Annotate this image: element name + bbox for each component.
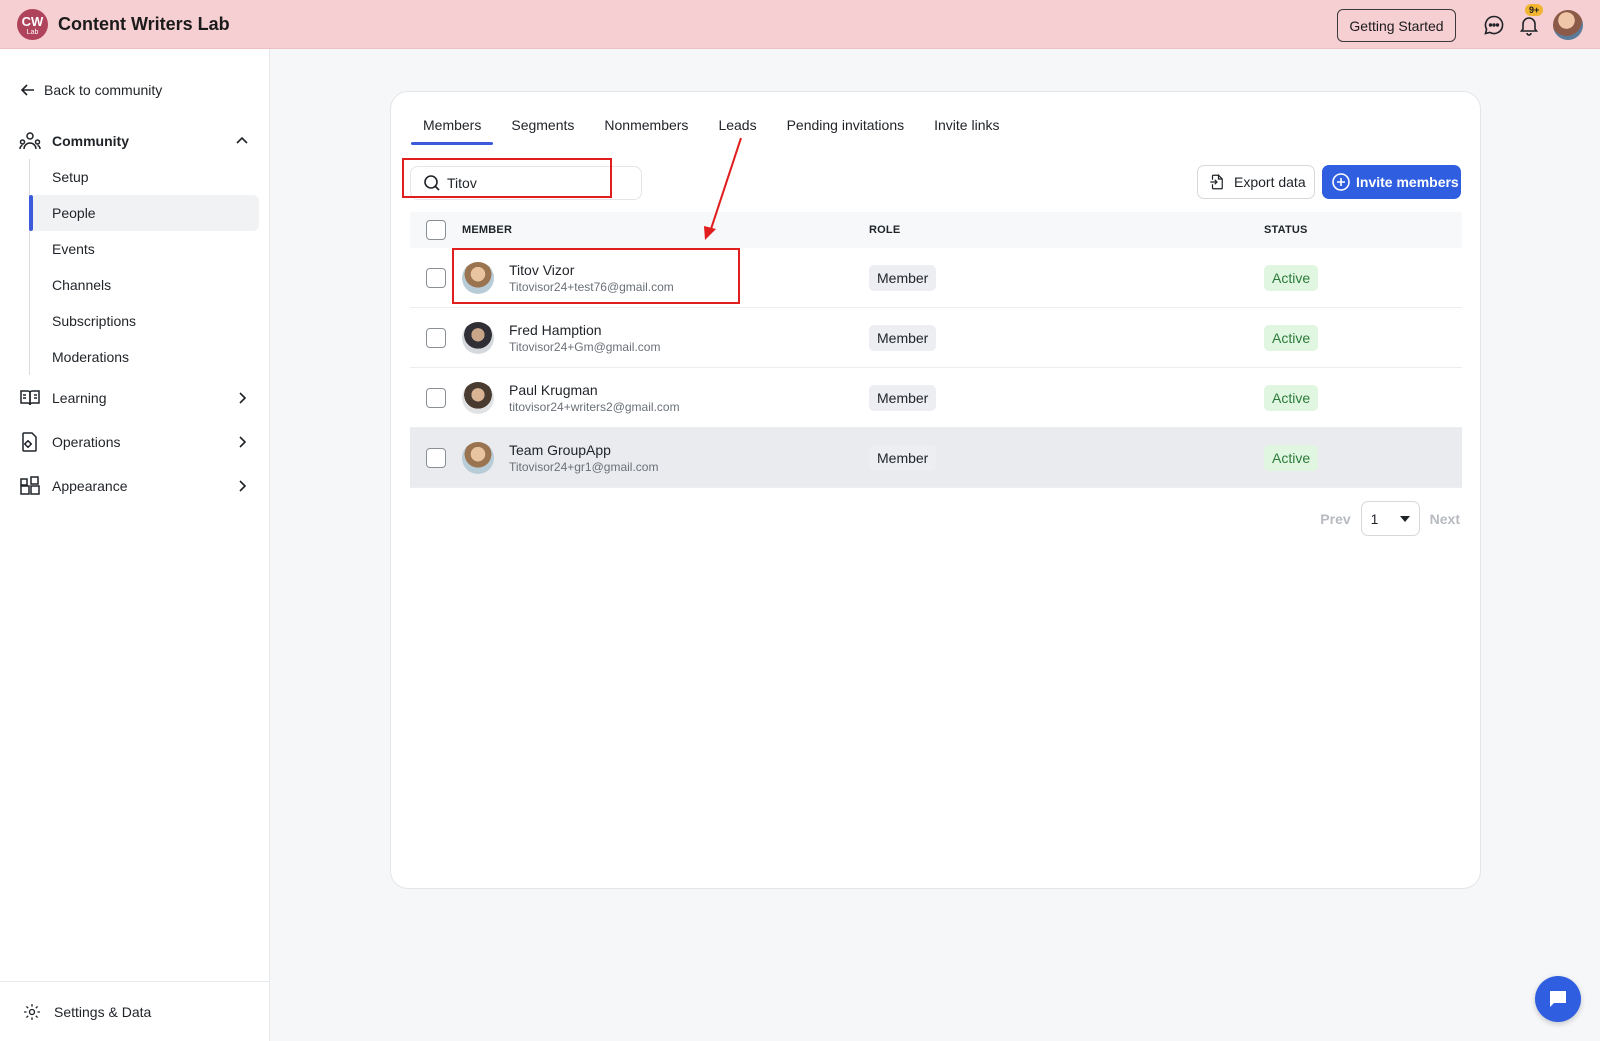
sidebar-item-channels[interactable]: Channels [30,267,259,303]
learning-label: Learning [52,390,107,406]
avatar [462,321,494,354]
row-checkbox[interactable] [426,267,446,288]
members-table: MEMBER ROLE STATUS Titov Vizor Titovisor… [410,212,1462,488]
back-to-community-link[interactable]: Back to community [20,82,162,98]
invite-members-button[interactable]: Invite members [1322,165,1461,199]
sidebar: Back to community Community Setup People… [0,49,270,1041]
role-column-header[interactable]: ROLE [869,224,1264,236]
export-data-button[interactable]: Export data [1197,165,1315,199]
chat-support-button[interactable] [1535,976,1581,1022]
table-header: MEMBER ROLE STATUS [410,212,1462,248]
status-badge: Active [1264,324,1319,351]
tab-members[interactable]: Members [411,112,494,145]
select-all-checkbox[interactable] [426,220,446,240]
annotation-arrow [704,137,742,240]
table-row[interactable]: Paul Krugman titovisor24+writers2@gmail.… [410,368,1462,428]
status-badge: Active [1264,264,1319,291]
appearance-icon [20,476,40,495]
search-input[interactable] [447,175,627,191]
arrow-left-icon [20,84,34,96]
sidebar-section-appearance[interactable]: Appearance [18,474,250,498]
community-logo[interactable]: CW Lab [17,9,48,40]
sidebar-item-people[interactable]: People [29,195,259,231]
member-email: Titovisor24+gr1@gmail.com [509,459,659,474]
row-checkbox[interactable] [426,387,446,408]
settings-and-data-link[interactable]: Settings & Data [0,981,269,1041]
prev-page-button[interactable]: Prev [1320,511,1350,527]
pagination: Prev 1 Next [1320,501,1460,536]
sidebar-section-learning[interactable]: Learning [18,386,250,410]
role-badge: Member [869,324,937,351]
export-label: Export data [1234,174,1306,190]
member-name[interactable]: Titov Vizor [509,262,674,278]
row-checkbox[interactable] [426,447,446,468]
caret-down-icon [1399,515,1410,522]
community-name[interactable]: Content Writers Lab [58,14,230,35]
sidebar-section-operations[interactable]: Operations [18,430,250,454]
status-badge: Active [1264,384,1319,411]
export-icon [1210,173,1223,190]
appearance-label: Appearance [52,478,128,494]
bell-icon[interactable] [1517,13,1541,37]
member-search[interactable] [410,166,642,200]
status-column-header[interactable]: STATUS [1264,224,1414,236]
tab-pending-invitations[interactable]: Pending invitations [775,112,917,145]
chevron-right-icon [239,392,247,404]
tab-nonmembers[interactable]: Nonmembers [592,112,700,145]
chat-bubble-icon [1550,991,1566,1007]
sidebar-item-moderations[interactable]: Moderations [30,339,259,375]
getting-started-button[interactable]: Getting Started [1337,9,1456,42]
chevron-up-icon [236,136,248,144]
table-row[interactable]: Titov Vizor Titovisor24+test76@gmail.com… [410,248,1462,308]
gear-icon [24,1003,40,1020]
notification-badge: 9+ [1525,4,1544,16]
current-page: 1 [1370,510,1379,527]
search-icon [424,175,440,191]
invite-label: Invite members [1356,174,1459,190]
page-select[interactable]: 1 [1360,501,1420,536]
member-email: Titovisor24+Gm@gmail.com [509,339,661,354]
community-label: Community [52,133,129,149]
community-icon [19,132,41,150]
role-badge: Member [869,384,937,411]
member-email: titovisor24+writers2@gmail.com [509,399,680,414]
plus-circle-icon [1332,173,1350,191]
sidebar-section-community[interactable]: Community [18,129,250,153]
member-name[interactable]: Team GroupApp [509,442,658,458]
next-page-button[interactable]: Next [1430,511,1460,527]
member-email: Titovisor24+test76@gmail.com [509,279,674,294]
member-name[interactable]: Fred Hamption [509,322,660,338]
tab-invite-links[interactable]: Invite links [922,112,1011,145]
sidebar-item-events[interactable]: Events [30,231,259,267]
back-label: Back to community [44,82,163,98]
role-badge: Member [869,444,937,471]
operations-icon [22,432,37,452]
sidebar-item-setup[interactable]: Setup [30,159,259,195]
role-badge: Member [869,264,937,291]
book-icon [20,390,40,406]
member-column-header[interactable]: MEMBER [462,224,869,236]
member-name[interactable]: Paul Krugman [509,382,680,398]
avatar [462,441,494,474]
top-bar: CW Lab Content Writers Lab Getting Starte… [0,0,1600,49]
sidebar-item-subscriptions[interactable]: Subscriptions [30,303,259,339]
chat-icon[interactable] [1482,13,1506,37]
chevron-right-icon [239,436,247,448]
avatar [462,381,494,414]
avatar [462,261,494,294]
row-checkbox[interactable] [426,327,446,348]
tab-segments[interactable]: Segments [499,112,586,145]
settings-label: Settings & Data [54,1003,152,1020]
people-card: Members Segments Nonmembers Leads Pendin… [390,91,1481,889]
operations-label: Operations [52,434,121,450]
table-row[interactable]: Team GroupApp Titovisor24+gr1@gmail.com … [410,428,1462,488]
status-badge: Active [1264,444,1319,471]
user-avatar[interactable] [1553,10,1583,40]
chevron-right-icon [239,480,247,492]
table-row[interactable]: Fred Hamption Titovisor24+Gm@gmail.com M… [410,308,1462,368]
community-subnav: Setup People Events Channels Subscriptio… [29,159,259,375]
